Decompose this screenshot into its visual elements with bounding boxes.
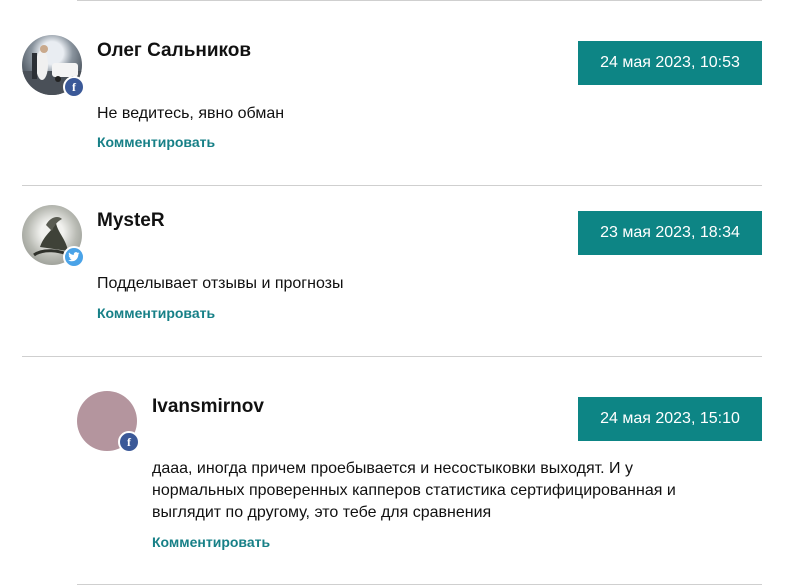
facebook-icon: f xyxy=(63,76,85,98)
divider xyxy=(22,356,762,357)
reply-button[interactable]: Комментировать xyxy=(97,134,215,150)
comment-author[interactable]: Олег Сальников xyxy=(97,40,251,62)
comment-text: Подделывает отзывы и прогнозы xyxy=(97,275,344,292)
comment-author[interactable]: MysteR xyxy=(97,210,165,232)
facebook-icon: f xyxy=(118,431,140,453)
divider xyxy=(77,0,762,1)
comment-date: 24 мая 2023, 15:10 xyxy=(578,397,762,441)
twitter-bird-glyph xyxy=(68,252,80,262)
comment-date: 24 мая 2023, 10:53 xyxy=(578,41,762,85)
twitter-icon xyxy=(63,246,85,268)
comment-date: 23 мая 2023, 18:34 xyxy=(578,211,762,255)
comment-text: Не ведитесь, явно обман xyxy=(97,105,285,122)
reply-button[interactable]: Комментировать xyxy=(152,534,270,550)
divider xyxy=(22,185,762,186)
comment-author[interactable]: Ivansmirnov xyxy=(152,396,264,418)
divider xyxy=(77,584,762,585)
reply-button[interactable]: Комментировать xyxy=(97,305,215,321)
comment-text: дааа, иногда причем проебывается и несос… xyxy=(152,460,676,521)
